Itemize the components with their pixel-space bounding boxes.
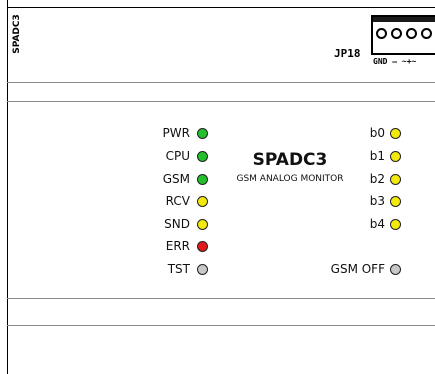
connector-housing [373, 17, 435, 22]
indicator-label: b0 [369, 126, 385, 140]
led-icon [197, 218, 208, 230]
led-icon [197, 195, 208, 207]
panel-title: SPADC3 [252, 150, 328, 170]
indicator-rcv: RCV [166, 194, 208, 208]
indicator-label: b1 [369, 149, 385, 163]
indicator-b1: b1 [370, 149, 401, 163]
indicator-label: TST [167, 262, 190, 276]
indicator-cpu: CPU [166, 149, 208, 163]
led-icon [197, 240, 208, 252]
led-icon [197, 127, 208, 139]
indicator-b2: b2 [370, 172, 401, 186]
indicator-b0: b0 [370, 126, 401, 140]
indicator-pwr: PWR [163, 126, 208, 140]
connector-pin [391, 28, 402, 39]
divider-3 [7, 298, 435, 299]
indicator-err: ERR [166, 239, 208, 253]
indicator-label: PWR [162, 126, 190, 140]
side-label: SPADC3 [10, 8, 23, 60]
led-icon [390, 218, 401, 230]
indicator-b3: b3 [370, 194, 401, 208]
led-icon [390, 150, 401, 162]
indicator-label: b3 [369, 194, 385, 208]
indicator-label: SND [164, 217, 190, 231]
led-icon [390, 173, 401, 185]
divider-2 [7, 101, 435, 102]
connector-pin [421, 28, 432, 39]
side-label-text: SPADC3 [11, 14, 22, 54]
indicator-gsm-off: GSM OFF [331, 262, 401, 276]
indicator-snd: SND [164, 217, 208, 231]
indicator-b4: b4 [370, 217, 401, 231]
led-icon [197, 173, 208, 185]
led-icon [197, 263, 208, 275]
led-icon [390, 263, 401, 275]
led-icon [390, 195, 401, 207]
indicator-label: GSM [162, 172, 190, 186]
jumper-connector [371, 15, 435, 55]
panel-subtitle: GSM ANALOG MONITOR [236, 174, 344, 184]
indicator-label: b4 [369, 217, 385, 231]
connector-pin [406, 28, 417, 39]
indicator-label: b2 [369, 172, 385, 186]
top-border [7, 7, 435, 8]
indicator-label: RCV [165, 194, 190, 208]
divider-1 [7, 82, 435, 83]
jumper-label: JP18 [334, 47, 361, 60]
jumper-pin-labels: GND — ~+~ [373, 57, 417, 66]
indicator-label: CPU [165, 149, 190, 163]
divider-4 [7, 325, 435, 326]
led-icon [390, 127, 401, 139]
led-icon [197, 150, 208, 162]
left-border [7, 0, 8, 374]
indicator-label: GSM OFF [330, 262, 385, 276]
indicator-gsm: GSM [163, 172, 208, 186]
connector-pin [376, 28, 387, 39]
indicator-label: ERR [165, 239, 190, 253]
indicator-tst: TST [168, 262, 208, 276]
